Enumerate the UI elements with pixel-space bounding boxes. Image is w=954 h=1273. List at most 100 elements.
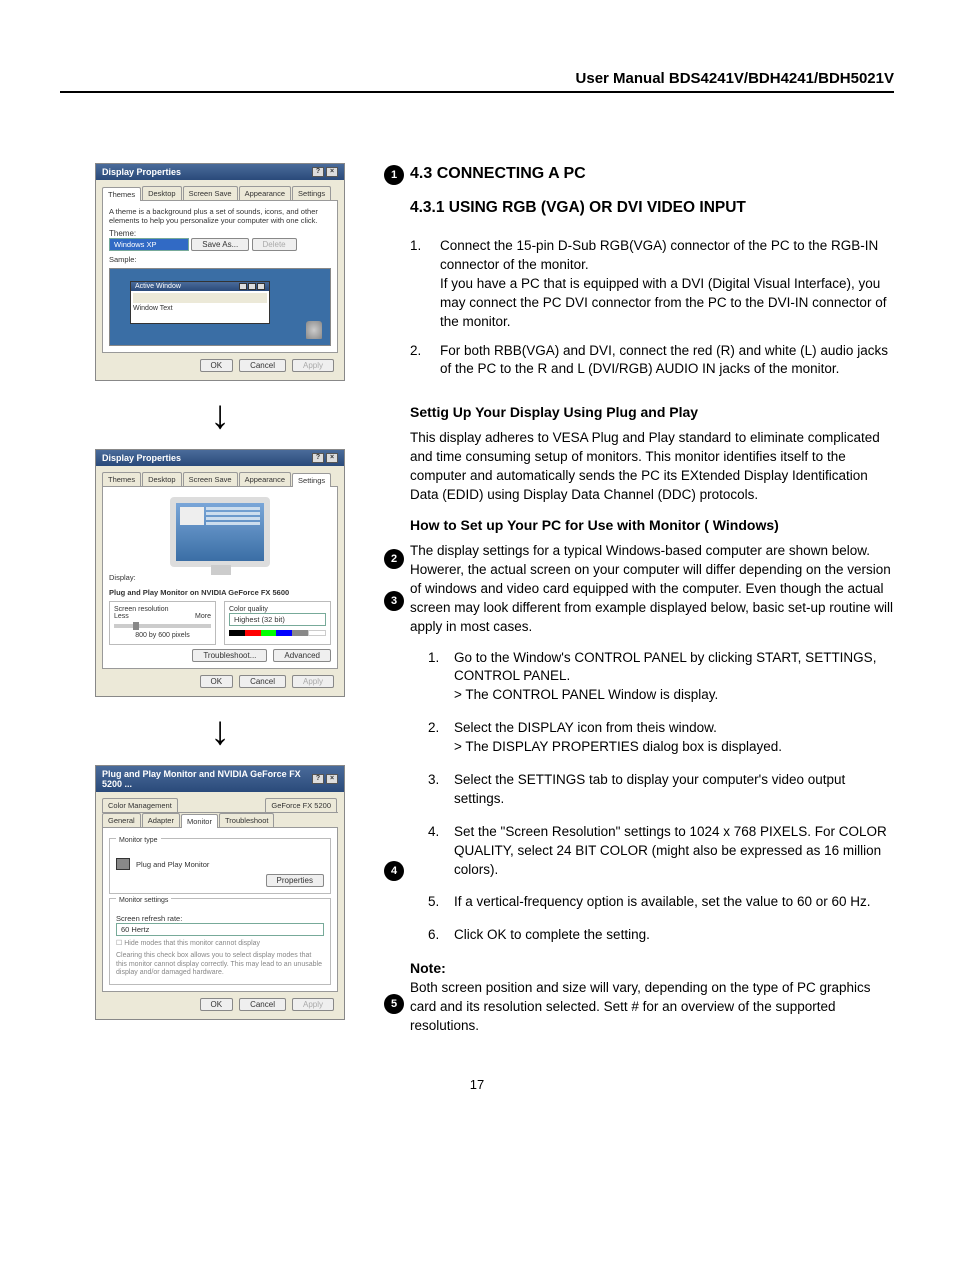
step-text: For both RBB(VGA) and DVI, connect the r…: [440, 342, 894, 380]
tab-settings[interactable]: Settings: [292, 473, 331, 487]
tab-appearance[interactable]: Appearance: [239, 186, 291, 200]
step-number: 3.: [428, 771, 454, 809]
properties-button[interactable]: Properties: [266, 874, 324, 887]
tab-troubleshoot[interactable]: Troubleshoot: [219, 813, 275, 827]
tab-strip-top: Color Management GeForce FX 5200: [102, 798, 338, 813]
resolution-box: Screen resolution Less More 800 by 600 p…: [109, 601, 216, 645]
refresh-label: Screen refresh rate:: [116, 914, 324, 923]
help-icon[interactable]: ?: [312, 774, 324, 784]
close-icon[interactable]: ×: [326, 774, 338, 784]
tab-screensave[interactable]: Screen Save: [183, 472, 238, 486]
dialog-title-text: Display Properties: [102, 453, 181, 463]
close-icon[interactable]: ×: [326, 167, 338, 177]
step-text: Select the SETTINGS tab to display your …: [454, 771, 894, 809]
theme-row: Theme: Windows XP Save As... Delete: [109, 229, 331, 251]
howto-intro: The display settings for a typical Windo…: [410, 542, 894, 636]
dialog-titlebar: Display Properties ? ×: [96, 164, 344, 180]
text-column: 4.3 CONNECTING A PC 4.3.1 USING RGB (VGA…: [410, 163, 894, 1047]
cancel-button[interactable]: Cancel: [239, 998, 286, 1011]
step-number: 6.: [428, 926, 454, 945]
refresh-dropdown[interactable]: 60 Hertz: [116, 923, 324, 936]
tab-color-mgmt[interactable]: Color Management: [102, 798, 178, 812]
dialog-buttons: OK Cancel Apply: [102, 992, 338, 1013]
tab-screensave[interactable]: Screen Save: [183, 186, 238, 200]
hide-modes-note: Clearing this check box allows you to se…: [116, 952, 324, 977]
cancel-button[interactable]: Cancel: [239, 675, 286, 688]
tab-themes[interactable]: Themes: [102, 472, 141, 486]
theme-dropdown[interactable]: Windows XP: [109, 238, 189, 251]
save-as-button[interactable]: Save As...: [191, 238, 249, 251]
delete-button[interactable]: Delete: [252, 238, 297, 251]
step-text: Go to the Window's CONTROL PANEL by clic…: [454, 649, 894, 706]
color-box: Color quality Highest (32 bit): [224, 601, 331, 645]
connect-step: 1. Connect the 15-pin D-Sub RGB(VGA) con…: [410, 237, 894, 331]
tab-content: A theme is a background plus a set of so…: [102, 201, 338, 353]
monitor-icon: [116, 858, 130, 870]
sample-window-title: Active Window: [131, 282, 269, 291]
connect-step: 2. For both RBB(VGA) and DVI, connect th…: [410, 342, 894, 380]
step-number: 5.: [428, 893, 454, 912]
tab-settings[interactable]: Settings: [292, 186, 331, 200]
window-buttons: ? ×: [312, 453, 338, 463]
dialog-buttons: OK Cancel Apply: [102, 353, 338, 374]
recycle-bin-icon: [306, 321, 322, 339]
figures-column: Display Properties ? × Themes Desktop Sc…: [60, 163, 380, 1047]
step-number: 2.: [428, 719, 454, 757]
tab-appearance[interactable]: Appearance: [239, 472, 291, 486]
monitor-type-row: Plug and Play Monitor: [116, 858, 324, 870]
monitor-settings-label: Monitor settings: [116, 897, 171, 904]
note-text: Both screen position and size will vary,…: [410, 979, 894, 1036]
step-number: 1.: [410, 237, 440, 331]
dialog-buttons: OK Cancel Apply: [102, 669, 338, 690]
color-label: Color quality: [229, 606, 326, 613]
tab-strip: Themes Desktop Screen Save Appearance Se…: [102, 472, 338, 487]
apply-button[interactable]: Apply: [292, 998, 334, 1011]
header-title: User Manual BDS4241V/BDH4241/BDH5021V: [60, 70, 894, 91]
step-text: If a vertical-frequency option is availa…: [454, 893, 894, 912]
close-icon[interactable]: ×: [326, 453, 338, 463]
dialog-body: Themes Desktop Screen Save Appearance Se…: [96, 466, 344, 696]
color-dropdown[interactable]: Highest (32 bit): [229, 613, 326, 626]
figure-1: Display Properties ? × Themes Desktop Sc…: [60, 163, 380, 381]
tab-general[interactable]: General: [102, 813, 141, 827]
hide-modes-checkbox[interactable]: ☐ Hide modes that this monitor cannot di…: [116, 940, 324, 948]
monitor-type-group: Monitor type Plug and Play Monitor Prope…: [109, 838, 331, 894]
tab-monitor[interactable]: Monitor: [181, 814, 218, 828]
tab-desktop[interactable]: Desktop: [142, 472, 182, 486]
ok-button[interactable]: OK: [200, 675, 234, 688]
help-icon[interactable]: ?: [312, 167, 324, 177]
dialog-body: Themes Desktop Screen Save Appearance Se…: [96, 180, 344, 380]
howto-heading: How to Set up Your PC for Use with Monit…: [410, 516, 894, 536]
pnp-heading: Settig Up Your Display Using Plug and Pl…: [410, 403, 894, 423]
advanced-button[interactable]: Advanced: [273, 649, 331, 662]
callout-2: 2: [384, 549, 404, 569]
content-columns: Display Properties ? × Themes Desktop Sc…: [60, 163, 894, 1047]
apply-button[interactable]: Apply: [292, 675, 334, 688]
subsection-heading: 4.3.1 USING RGB (VGA) OR DVI VIDEO INPUT: [410, 197, 894, 219]
monitor-settings-group: Monitor settings Screen refresh rate: 60…: [109, 898, 331, 985]
ok-button[interactable]: OK: [200, 998, 234, 1011]
cancel-button[interactable]: Cancel: [239, 359, 286, 372]
howto-step: 1. Go to the Window's CONTROL PANEL by c…: [410, 649, 894, 706]
tab-adapter[interactable]: Adapter: [142, 813, 180, 827]
page: User Manual BDS4241V/BDH4241/BDH5021V Di…: [0, 0, 954, 1132]
tab-content: Display: Plug and Play Monitor on NVIDIA…: [102, 487, 338, 669]
resolution-slider[interactable]: [114, 624, 211, 628]
tab-desktop[interactable]: Desktop: [142, 186, 182, 200]
note-label: Note:: [410, 959, 894, 979]
window-buttons: ? ×: [312, 167, 338, 177]
dialog-body: Color Management GeForce FX 5200 General…: [96, 792, 344, 1019]
arrow-down-icon: ↓: [60, 395, 380, 435]
troubleshoot-button[interactable]: Troubleshoot...: [192, 649, 267, 662]
monitor-type-label: Monitor type: [116, 837, 161, 844]
howto-step: 6. Click OK to complete the setting.: [410, 926, 894, 945]
dialog-title-text: Plug and Play Monitor and NVIDIA GeForce…: [102, 769, 312, 789]
help-icon[interactable]: ?: [312, 453, 324, 463]
apply-button[interactable]: Apply: [292, 359, 334, 372]
theme-label: Theme:: [109, 229, 136, 238]
tab-themes[interactable]: Themes: [102, 187, 141, 201]
sample-window: Active Window Window Text: [130, 281, 270, 324]
tab-geforce[interactable]: GeForce FX 5200: [265, 798, 337, 812]
ok-button[interactable]: OK: [200, 359, 234, 372]
step-text: Set the "Screen Resolution" settings to …: [454, 823, 894, 880]
